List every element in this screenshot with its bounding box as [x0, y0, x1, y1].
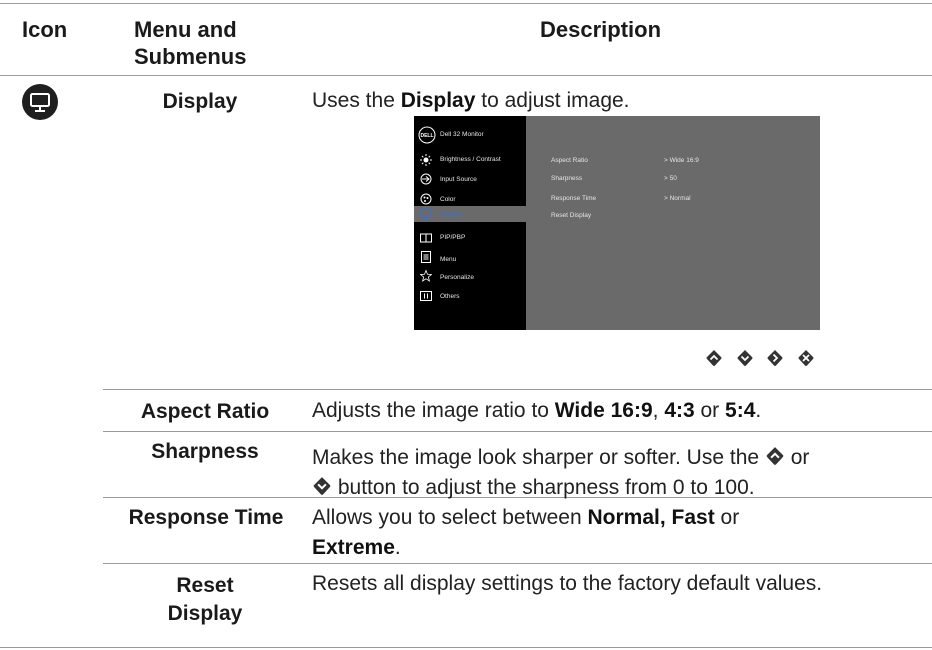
monitor-icon — [420, 209, 432, 220]
desc-text: button to adjust the sharpness from 0 to… — [337, 476, 755, 499]
response-time-description: Allows you to select between Normal, Fas… — [312, 503, 739, 563]
desc-text: , — [652, 399, 665, 422]
row-rule — [103, 431, 932, 432]
desc-bold: Wide 16:9 — [554, 399, 653, 422]
osd-title: Dell 32 Monitor — [440, 131, 484, 138]
sharpness-line2: button to adjust the sharpness from 0 to… — [312, 473, 809, 503]
display-description: Uses the Display to adjust image. — [312, 86, 630, 116]
close-icon — [798, 350, 814, 366]
menu-name-sharpness: Sharpness — [151, 440, 259, 463]
table-top-rule — [0, 3, 932, 4]
desc-text: Makes the image look sharper or softer. … — [312, 446, 760, 469]
header-menu-line2: Submenus — [134, 44, 247, 69]
menu-name-aspect-ratio: Aspect Ratio — [140, 400, 270, 423]
desc-text: or — [714, 506, 740, 529]
desc-bold: 5:4 — [725, 399, 756, 422]
reset-name-line1: Reset — [176, 574, 234, 597]
dell-logo-icon: DELL — [418, 126, 436, 144]
osd-menu-item: Brightness / Contrast — [440, 156, 501, 163]
menu-name-reset-display: Reset Display — [110, 572, 300, 628]
desc-bold: Display — [400, 89, 476, 112]
osd-setting-label: Reset Display — [551, 212, 592, 219]
desc-text: to adjust image. — [475, 89, 630, 112]
osd-setting-label: Sharpness — [551, 175, 583, 182]
table-bottom-rule — [0, 647, 932, 648]
osd-menu-item: Color — [440, 196, 456, 203]
header-bottom-rule — [0, 75, 932, 76]
desc-text: . — [755, 399, 762, 422]
desc-text: Allows you to select between — [312, 506, 588, 529]
sharpness-description: Makes the image look sharper or softer. … — [312, 443, 809, 503]
desc-text: . — [394, 536, 401, 559]
header-menu-submenus: Menu and Submenus — [134, 16, 246, 70]
desc-text: or — [790, 446, 810, 469]
menu-name-response-time: Response Time — [128, 506, 284, 529]
header-menu-line1: Menu and — [134, 17, 237, 42]
desc-bold: Extreme — [312, 536, 395, 559]
row-rule — [103, 389, 932, 390]
down-icon — [313, 477, 331, 495]
others-icon — [420, 291, 432, 301]
osd-menu-item: PIP/PBP — [440, 234, 466, 241]
osd-menu-item-selected: Display — [440, 211, 462, 218]
osd-menu-item: Others — [440, 293, 460, 300]
star-icon — [420, 270, 432, 282]
reset-display-description: Resets all display settings to the facto… — [312, 572, 823, 595]
desc-text: or — [694, 399, 726, 422]
up-icon — [766, 447, 784, 465]
aspect-ratio-description: Adjusts the image ratio to Wide 16:9, 4:… — [312, 396, 761, 426]
reset-name-line2: Display — [167, 602, 243, 625]
response-line1: Allows you to select between Normal, Fas… — [312, 503, 739, 533]
display-monitor-icon — [22, 84, 58, 120]
osd-setting-value: > 50 — [664, 175, 677, 182]
sharpness-line1: Makes the image look sharper or softer. … — [312, 443, 809, 473]
up-icon — [706, 350, 722, 366]
header-icon: Icon — [22, 17, 68, 42]
desc-bold: Normal, Fast — [587, 506, 715, 529]
brightness-icon — [420, 154, 432, 166]
osd-settings-panel — [526, 116, 820, 330]
input-source-icon — [420, 173, 432, 185]
osd-screenshot: DELL Dell 32 Monitor Brightness / Contra… — [414, 116, 820, 330]
osd-setting-label: Response Time — [551, 195, 597, 202]
row-rule — [103, 563, 932, 564]
dell-logo-text: DELL — [420, 133, 433, 139]
osd-setting-value: > Wide 16:9 — [664, 157, 699, 164]
response-line2: Extreme. — [312, 533, 739, 563]
right-icon — [767, 350, 783, 366]
menu-name-display: Display — [162, 90, 238, 113]
desc-bold: 4:3 — [664, 399, 695, 422]
osd-menu-item: Personalize — [440, 274, 474, 281]
desc-text: Adjusts the image ratio to — [312, 399, 555, 422]
menu-icon — [421, 251, 431, 263]
monitor-icon — [30, 93, 50, 112]
pip-icon — [420, 233, 432, 243]
osd-menu-item: Input Source — [440, 176, 477, 183]
header-description: Description — [540, 17, 662, 42]
desc-text: Uses the — [312, 89, 401, 112]
down-icon — [737, 350, 753, 366]
color-icon — [420, 193, 432, 205]
osd-menu-item: Menu — [440, 256, 457, 263]
osd-setting-label: Aspect Ratio — [551, 157, 588, 164]
osd-setting-value: > Normal — [664, 195, 691, 202]
